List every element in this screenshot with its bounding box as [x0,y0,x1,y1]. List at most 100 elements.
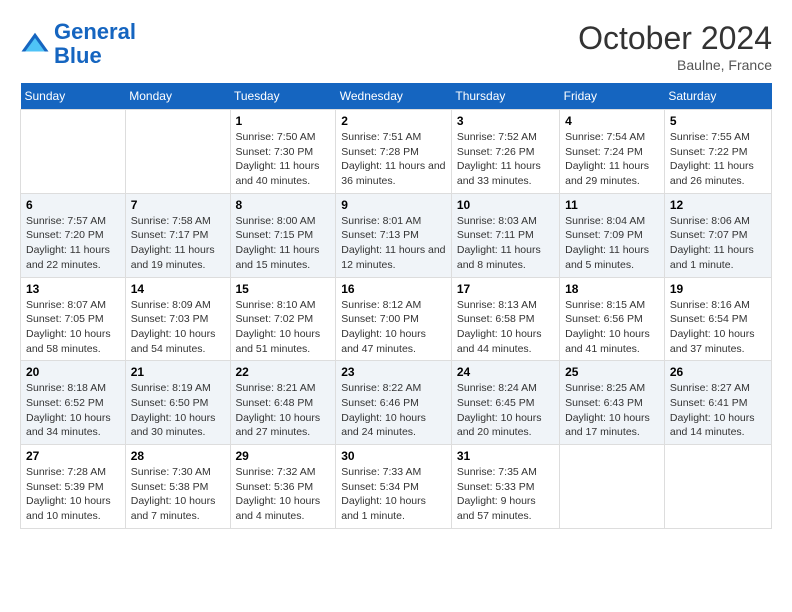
day-cell: 11 Sunrise: 8:04 AM Sunset: 7:09 PM Dayli… [560,193,665,277]
day-number: 7 [131,198,225,212]
day-number: 6 [26,198,120,212]
column-header-friday: Friday [560,83,665,110]
day-info: Sunrise: 7:28 AM Sunset: 5:39 PM Dayligh… [26,465,120,524]
day-cell: 9 Sunrise: 8:01 AM Sunset: 7:13 PM Daylig… [336,193,452,277]
day-number: 20 [26,365,120,379]
day-number: 9 [341,198,446,212]
day-number: 31 [457,449,554,463]
day-cell: 25 Sunrise: 8:25 AM Sunset: 6:43 PM Dayli… [560,361,665,445]
week-row-2: 6 Sunrise: 7:57 AM Sunset: 7:20 PM Daylig… [21,193,772,277]
day-cell: 1Sunrise: 7:50 AM Sunset: 7:30 PM Daylig… [230,110,336,194]
week-row-5: 27 Sunrise: 7:28 AM Sunset: 5:39 PM Dayli… [21,445,772,529]
day-cell: 29Sunrise: 7:32 AM Sunset: 5:36 PM Dayli… [230,445,336,529]
day-info: Sunrise: 8:25 AM Sunset: 6:43 PM Dayligh… [565,381,659,440]
day-cell: 5 Sunrise: 7:55 AM Sunset: 7:22 PM Daylig… [664,110,771,194]
day-info: Sunrise: 8:15 AM Sunset: 6:56 PM Dayligh… [565,298,659,357]
day-number: 14 [131,282,225,296]
day-cell: 16 Sunrise: 8:12 AM Sunset: 7:00 PM Dayli… [336,277,452,361]
day-info: Sunrise: 8:19 AM Sunset: 6:50 PM Dayligh… [131,381,225,440]
day-info: Sunrise: 8:07 AM Sunset: 7:05 PM Dayligh… [26,298,120,357]
logo-icon [20,29,50,59]
week-row-4: 20 Sunrise: 8:18 AM Sunset: 6:52 PM Dayli… [21,361,772,445]
day-number: 21 [131,365,225,379]
title-block: October 2024 Baulne, France [578,20,772,73]
column-header-thursday: Thursday [451,83,559,110]
day-cell: 27 Sunrise: 7:28 AM Sunset: 5:39 PM Dayli… [21,445,126,529]
day-info: Sunrise: 8:24 AM Sunset: 6:45 PM Dayligh… [457,381,554,440]
day-info: Sunrise: 8:03 AM Sunset: 7:11 PM Dayligh… [457,214,554,273]
day-cell: 21 Sunrise: 8:19 AM Sunset: 6:50 PM Dayli… [125,361,230,445]
day-cell: 14 Sunrise: 8:09 AM Sunset: 7:03 PM Dayli… [125,277,230,361]
day-number: 30 [341,449,446,463]
day-cell: 23 Sunrise: 8:22 AM Sunset: 6:46 PM Dayli… [336,361,452,445]
column-header-sunday: Sunday [21,83,126,110]
day-info: Sunrise: 8:00 AM Sunset: 7:15 PM Dayligh… [236,214,331,273]
day-number: 19 [670,282,766,296]
column-header-tuesday: Tuesday [230,83,336,110]
day-info: Sunrise: 8:12 AM Sunset: 7:00 PM Dayligh… [341,298,446,357]
day-cell: 26 Sunrise: 8:27 AM Sunset: 6:41 PM Dayli… [664,361,771,445]
day-cell: 20 Sunrise: 8:18 AM Sunset: 6:52 PM Dayli… [21,361,126,445]
day-cell: 6 Sunrise: 7:57 AM Sunset: 7:20 PM Daylig… [21,193,126,277]
day-info: Sunrise: 7:55 AM Sunset: 7:22 PM Dayligh… [670,130,766,189]
day-cell: 17 Sunrise: 8:13 AM Sunset: 6:58 PM Dayli… [451,277,559,361]
day-number: 17 [457,282,554,296]
day-info: Sunrise: 7:50 AM Sunset: 7:30 PM Dayligh… [236,130,331,189]
day-cell: 22Sunrise: 8:21 AM Sunset: 6:48 PM Dayli… [230,361,336,445]
day-info: Sunrise: 8:04 AM Sunset: 7:09 PM Dayligh… [565,214,659,273]
day-info: Sunrise: 8:10 AM Sunset: 7:02 PM Dayligh… [236,298,331,357]
day-number: 25 [565,365,659,379]
day-cell: 10 Sunrise: 8:03 AM Sunset: 7:11 PM Dayli… [451,193,559,277]
day-info: Sunrise: 7:30 AM Sunset: 5:38 PM Dayligh… [131,465,225,524]
day-cell [125,110,230,194]
day-number: 28 [131,449,225,463]
day-info: Sunrise: 8:09 AM Sunset: 7:03 PM Dayligh… [131,298,225,357]
week-row-1: 1Sunrise: 7:50 AM Sunset: 7:30 PM Daylig… [21,110,772,194]
day-info: Sunrise: 8:16 AM Sunset: 6:54 PM Dayligh… [670,298,766,357]
day-cell [21,110,126,194]
day-info: Sunrise: 8:27 AM Sunset: 6:41 PM Dayligh… [670,381,766,440]
day-info: Sunrise: 8:22 AM Sunset: 6:46 PM Dayligh… [341,381,446,440]
day-cell: 24 Sunrise: 8:24 AM Sunset: 6:45 PM Dayli… [451,361,559,445]
day-number: 8 [236,198,331,212]
day-number: 15 [236,282,331,296]
day-number: 16 [341,282,446,296]
page-header: General Blue October 2024 Baulne, France [20,20,772,73]
day-number: 26 [670,365,766,379]
day-cell: 30 Sunrise: 7:33 AM Sunset: 5:34 PM Dayli… [336,445,452,529]
day-cell: 19 Sunrise: 8:16 AM Sunset: 6:54 PM Dayli… [664,277,771,361]
day-cell: 7 Sunrise: 7:58 AM Sunset: 7:17 PM Daylig… [125,193,230,277]
day-cell [664,445,771,529]
day-cell [560,445,665,529]
day-info: Sunrise: 7:54 AM Sunset: 7:24 PM Dayligh… [565,130,659,189]
day-info: Sunrise: 8:18 AM Sunset: 6:52 PM Dayligh… [26,381,120,440]
day-number: 18 [565,282,659,296]
day-number: 5 [670,114,766,128]
column-header-wednesday: Wednesday [336,83,452,110]
day-number: 23 [341,365,446,379]
column-header-monday: Monday [125,83,230,110]
day-cell: 12Sunrise: 8:06 AM Sunset: 7:07 PM Dayli… [664,193,771,277]
day-cell: 28 Sunrise: 7:30 AM Sunset: 5:38 PM Dayli… [125,445,230,529]
day-cell: 3Sunrise: 7:52 AM Sunset: 7:26 PM Daylig… [451,110,559,194]
day-info: Sunrise: 8:13 AM Sunset: 6:58 PM Dayligh… [457,298,554,357]
day-number: 29 [236,449,331,463]
calendar-table: SundayMondayTuesdayWednesdayThursdayFrid… [20,83,772,529]
day-info: Sunrise: 8:01 AM Sunset: 7:13 PM Dayligh… [341,214,446,273]
day-number: 24 [457,365,554,379]
day-cell: 2Sunrise: 7:51 AM Sunset: 7:28 PM Daylig… [336,110,452,194]
logo-text: General Blue [54,20,136,68]
day-info: Sunrise: 8:06 AM Sunset: 7:07 PM Dayligh… [670,214,766,273]
day-info: Sunrise: 7:57 AM Sunset: 7:20 PM Dayligh… [26,214,120,273]
day-number: 10 [457,198,554,212]
day-info: Sunrise: 7:33 AM Sunset: 5:34 PM Dayligh… [341,465,446,524]
location: Baulne, France [578,57,772,73]
day-info: Sunrise: 7:58 AM Sunset: 7:17 PM Dayligh… [131,214,225,273]
week-row-3: 13 Sunrise: 8:07 AM Sunset: 7:05 PM Dayli… [21,277,772,361]
day-cell: 18 Sunrise: 8:15 AM Sunset: 6:56 PM Dayli… [560,277,665,361]
day-number: 27 [26,449,120,463]
day-number: 3 [457,114,554,128]
day-number: 11 [565,198,659,212]
day-number: 13 [26,282,120,296]
day-info: Sunrise: 8:21 AM Sunset: 6:48 PM Dayligh… [236,381,331,440]
